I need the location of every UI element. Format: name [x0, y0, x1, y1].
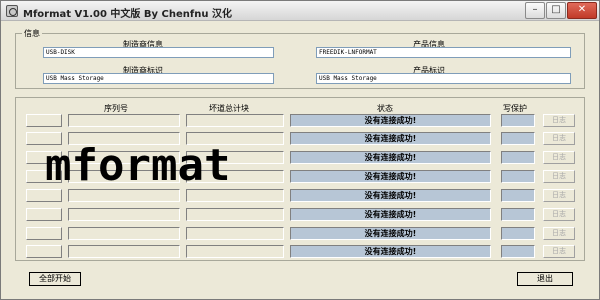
write-protect-field: [501, 245, 535, 258]
log-button[interactable]: 日志: [543, 132, 575, 145]
serial-field: [68, 227, 180, 240]
serial-field: [68, 114, 180, 127]
status-field: 没有连接成功!: [290, 245, 491, 258]
product-id-field[interactable]: USB Mass Storage: [316, 73, 571, 84]
log-button[interactable]: 日志: [543, 189, 575, 202]
close-button[interactable]: ✕: [567, 2, 597, 19]
bad-blocks-header: 坏道总计块: [209, 104, 249, 113]
exit-button[interactable]: 退出: [517, 272, 573, 286]
start-all-button[interactable]: 全部开始: [29, 272, 81, 286]
status-field: 没有连接成功!: [290, 208, 491, 221]
status-field: 没有连接成功!: [290, 132, 491, 145]
vendor-info-field[interactable]: USB-DISK: [43, 47, 274, 58]
app-icon: [6, 5, 18, 17]
vendor-id-field[interactable]: USB Mass Storage: [43, 73, 274, 84]
status-field: 没有连接成功!: [290, 189, 491, 202]
port-row: 没有连接成功! 日志: [1, 245, 600, 259]
info-group-label: 信息: [22, 28, 42, 39]
serial-header: 序列号: [104, 104, 128, 113]
log-button[interactable]: 日志: [543, 245, 575, 258]
status-field: 没有连接成功!: [290, 114, 491, 127]
product-info-field[interactable]: FREEDIK-LNFORMAT: [316, 47, 571, 58]
write-protect-field: [501, 189, 535, 202]
minimize-button[interactable]: –: [525, 2, 545, 19]
log-button[interactable]: 日志: [543, 208, 575, 221]
port-select-button[interactable]: [26, 208, 62, 221]
log-button[interactable]: 日志: [543, 151, 575, 164]
title-bar[interactable]: Mformat V1.00 中文版 By Chenfnu 汉化 – □ ✕: [1, 1, 599, 21]
status-field: 没有连接成功!: [290, 170, 491, 183]
write-protect-field: [501, 151, 535, 164]
bad-blocks-field: [186, 208, 284, 221]
port-row: 没有连接成功! 日志: [1, 227, 600, 241]
port-row: 没有连接成功! 日志: [1, 189, 600, 203]
status-header: 状态: [377, 104, 393, 113]
mformat-window: Mformat V1.00 中文版 By Chenfnu 汉化 – □ ✕ 信息…: [0, 0, 600, 300]
serial-field: [68, 208, 180, 221]
port-select-button[interactable]: [26, 114, 62, 127]
write-protect-header: 写保护: [503, 104, 527, 113]
log-button[interactable]: 日志: [543, 227, 575, 240]
log-button[interactable]: 日志: [543, 170, 575, 183]
write-protect-field: [501, 170, 535, 183]
bad-blocks-field: [186, 114, 284, 127]
status-field: 没有连接成功!: [290, 151, 491, 164]
overlay-caption: mformat: [45, 140, 231, 191]
port-select-button[interactable]: [26, 227, 62, 240]
window-title: Mformat V1.00 中文版 By Chenfnu 汉化: [23, 9, 232, 20]
bad-blocks-field: [186, 227, 284, 240]
port-row: 没有连接成功! 日志: [1, 208, 600, 222]
port-row: 没有连接成功! 日志: [1, 114, 600, 128]
bad-blocks-field: [186, 245, 284, 258]
write-protect-field: [501, 208, 535, 221]
serial-field: [68, 245, 180, 258]
write-protect-field: [501, 132, 535, 145]
write-protect-field: [501, 227, 535, 240]
status-field: 没有连接成功!: [290, 227, 491, 240]
maximize-button[interactable]: □: [546, 2, 566, 19]
write-protect-field: [501, 114, 535, 127]
log-button[interactable]: 日志: [543, 114, 575, 127]
port-select-button[interactable]: [26, 245, 62, 258]
